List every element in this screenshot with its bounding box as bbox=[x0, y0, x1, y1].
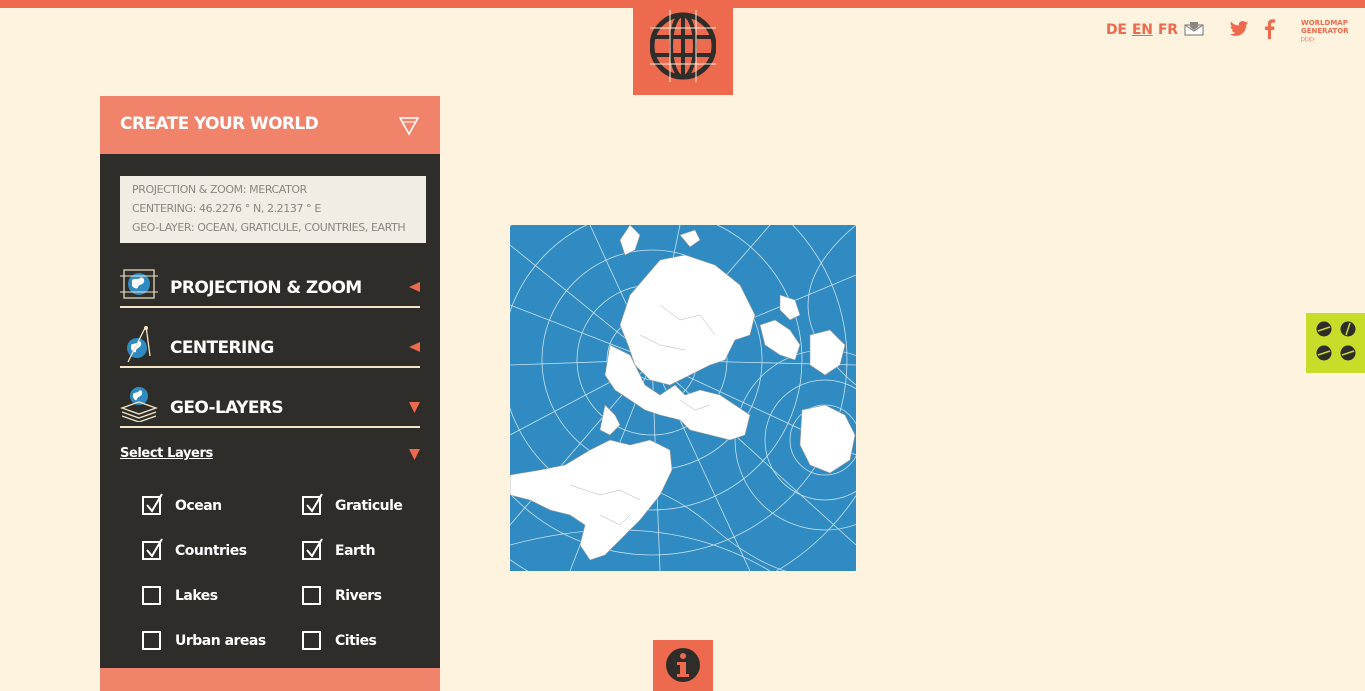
checkbox[interactable] bbox=[302, 538, 323, 560]
checkbox[interactable] bbox=[142, 538, 163, 560]
settings-summary: PROJECTION & ZOOM: MERCATOR CENTERING: 4… bbox=[120, 176, 426, 243]
checkbox[interactable] bbox=[142, 631, 161, 650]
brand-line2: GENERATOR bbox=[1301, 27, 1349, 35]
panel-footer[interactable] bbox=[100, 668, 440, 691]
section-geo-layers[interactable]: GEO-LAYERS bbox=[120, 386, 420, 428]
info-button[interactable] bbox=[653, 640, 713, 691]
map-graticule bbox=[510, 225, 856, 571]
checkmark-icon bbox=[306, 538, 323, 558]
mail-icon[interactable] bbox=[1184, 22, 1204, 36]
twitter-icon[interactable] bbox=[1229, 20, 1249, 38]
checkbox[interactable] bbox=[302, 631, 321, 650]
arrow-down-icon bbox=[409, 402, 420, 413]
layer-label: Cities bbox=[335, 633, 377, 649]
summary-geo-layer: GEO-LAYER: OCEAN, GRATICULE, COUNTRIES, … bbox=[132, 221, 406, 234]
select-layers-toggle[interactable]: Select Layers bbox=[120, 446, 213, 461]
checkbox[interactable] bbox=[302, 586, 321, 605]
layer-label: Countries bbox=[175, 543, 247, 559]
panel-title: CREATE YOUR WORLD bbox=[120, 114, 319, 134]
layer-label: Urban areas bbox=[175, 633, 266, 649]
side-options-tab[interactable] bbox=[1306, 313, 1365, 373]
brand-arrows: ▷▷▷ bbox=[1301, 35, 1315, 43]
grid-dots-icon bbox=[1316, 321, 1356, 361]
arrow-left-icon bbox=[409, 342, 420, 352]
arrow-left-icon bbox=[409, 282, 420, 292]
section-label: CENTERING bbox=[170, 338, 274, 358]
layer-label: Ocean bbox=[175, 498, 222, 514]
section-label: GEO-LAYERS bbox=[170, 398, 284, 418]
section-label: PROJECTION & ZOOM bbox=[170, 278, 362, 298]
info-icon bbox=[666, 648, 700, 682]
layer-label: Lakes bbox=[175, 588, 218, 604]
section-centering[interactable]: CENTERING bbox=[120, 326, 420, 368]
lang-de[interactable]: DE bbox=[1106, 22, 1127, 38]
site-logo[interactable] bbox=[633, 0, 733, 95]
lang-en[interactable]: EN bbox=[1132, 22, 1153, 38]
projection-globe-icon bbox=[120, 269, 158, 299]
lang-fr[interactable]: FR bbox=[1158, 22, 1178, 38]
checkmark-icon bbox=[146, 493, 163, 513]
create-world-panel: CREATE YOUR WORLD PROJECTION & ZOOM: MER… bbox=[100, 96, 440, 691]
centering-compass-icon bbox=[127, 326, 151, 363]
collapse-triangle-icon[interactable] bbox=[399, 116, 419, 136]
facebook-icon[interactable] bbox=[1263, 19, 1275, 39]
checkbox[interactable] bbox=[302, 493, 323, 515]
layer-label: Rivers bbox=[335, 588, 382, 604]
worldmap-generator-brand[interactable]: WORLDMAP GENERATOR ▷▷▷ bbox=[1301, 19, 1349, 43]
checkbox[interactable] bbox=[142, 493, 163, 515]
layer-label: Graticule bbox=[335, 498, 403, 514]
world-map-preview[interactable] bbox=[510, 225, 856, 571]
globe-logo-icon bbox=[650, 10, 716, 82]
checkmark-icon bbox=[146, 538, 163, 558]
arrow-down-icon[interactable] bbox=[409, 449, 420, 460]
checkbox[interactable] bbox=[142, 586, 161, 605]
section-projection-zoom[interactable]: PROJECTION & ZOOM bbox=[120, 266, 420, 308]
summary-centering: CENTERING: 46.2276 ° N, 2.2137 ° E bbox=[132, 202, 321, 215]
geo-layers-stack-icon bbox=[120, 387, 158, 422]
layer-label: Earth bbox=[335, 543, 376, 559]
panel-header[interactable]: CREATE YOUR WORLD bbox=[100, 96, 440, 154]
summary-projection: PROJECTION & ZOOM: MERCATOR bbox=[132, 183, 307, 196]
checkmark-icon bbox=[306, 493, 323, 513]
brand-line1: WORLDMAP bbox=[1301, 19, 1348, 27]
